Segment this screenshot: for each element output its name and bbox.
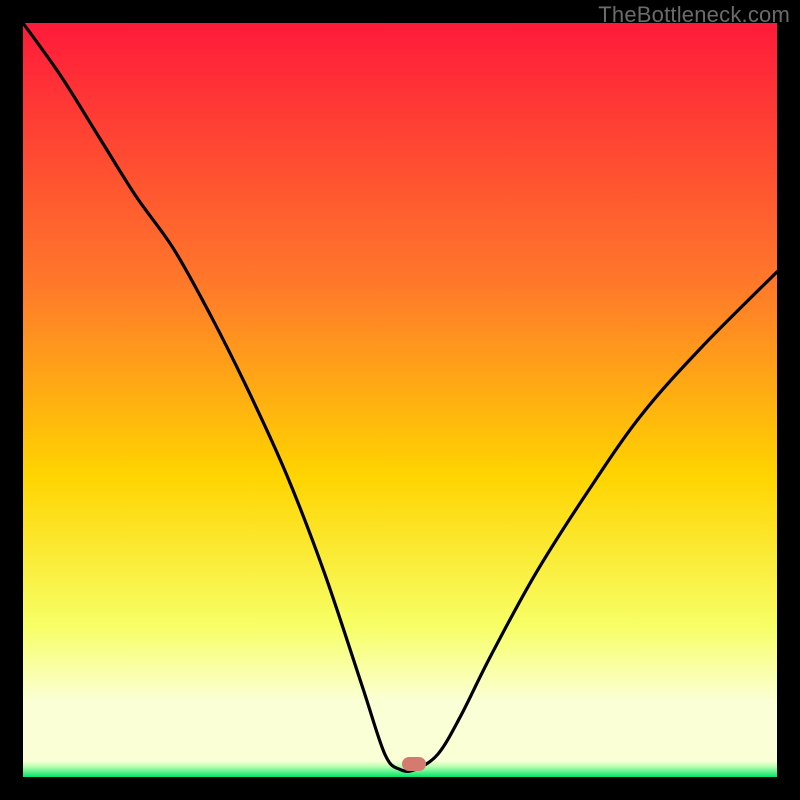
chart-frame: TheBottleneck.com [0,0,800,800]
curve-path [23,23,777,771]
watermark-text: TheBottleneck.com [598,2,790,28]
minimum-marker [402,757,426,771]
bottleneck-curve [23,23,777,777]
